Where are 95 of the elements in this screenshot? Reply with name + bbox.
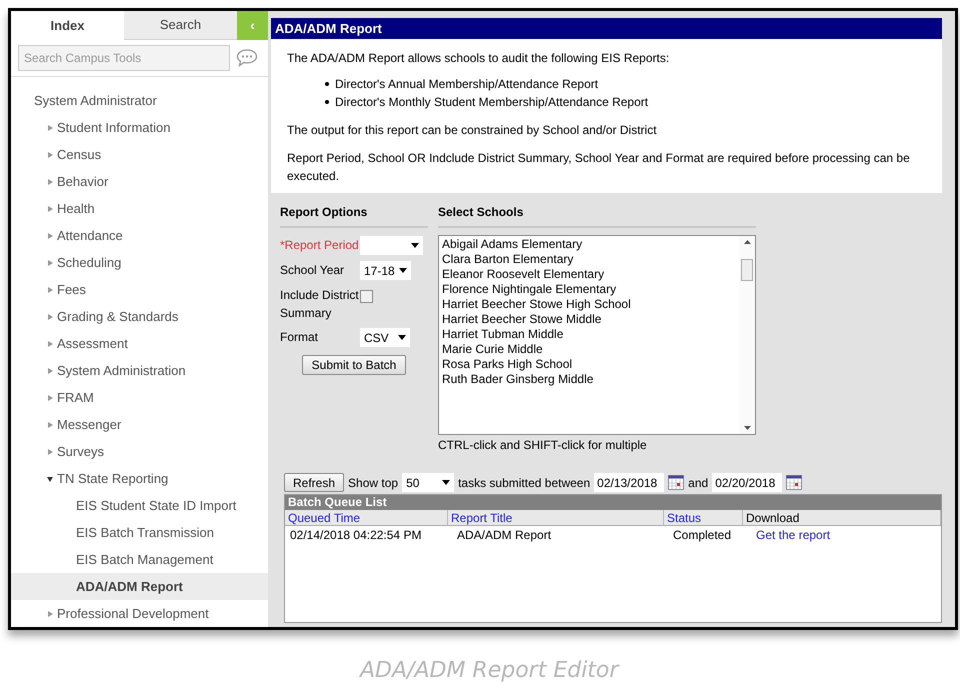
- school-option[interactable]: Harriet Beecher Stowe High School: [442, 297, 739, 312]
- column-header[interactable]: Status: [664, 510, 743, 525]
- table-cell-text: Completed: [672, 526, 732, 544]
- caret-right-icon: [47, 340, 53, 346]
- caption: ADA/ADM Report Editor: [360, 657, 620, 685]
- nav-item[interactable]: Health: [11, 195, 268, 222]
- field-label: Include District Summary: [280, 287, 360, 322]
- column-header[interactable]: Report Title: [448, 510, 664, 525]
- show-top-label: Show top: [348, 474, 398, 492]
- section-heading: Select Schools: [438, 203, 756, 228]
- caret-right-icon: [47, 206, 53, 212]
- nav-item[interactable]: EIS Student State ID Import: [11, 492, 268, 519]
- bullet-text: Director's Annual Membership/Attendance Report: [335, 76, 598, 93]
- bullet-icon: [325, 100, 329, 104]
- caret-right-icon: [47, 260, 53, 266]
- search-field[interactable]: Search Campus Tools: [18, 45, 230, 71]
- between-label: tasks submitted between: [458, 474, 590, 492]
- submit-button[interactable]: Submit to Batch: [302, 355, 406, 375]
- nav-item[interactable]: Behavior: [11, 168, 268, 195]
- dropdown-arrow-icon: [398, 268, 407, 273]
- calendar-icon[interactable]: [786, 475, 802, 490]
- school-option[interactable]: Harriet Tubman Middle: [442, 327, 739, 342]
- caret-right-icon: [47, 368, 53, 374]
- and-label: and: [688, 474, 708, 492]
- dropdown-arrow-icon: [442, 480, 450, 485]
- school-option[interactable]: Abigail Adams Elementary: [442, 237, 739, 252]
- section-heading: Report Options: [280, 203, 428, 228]
- scroll-up-icon[interactable]: [744, 240, 750, 244]
- nav-item[interactable]: TN State Reporting: [11, 465, 268, 492]
- nav-item[interactable]: Surveys: [11, 438, 268, 465]
- end-date-field[interactable]: 02/20/2018: [712, 473, 782, 492]
- column-header[interactable]: Queued Time: [285, 510, 448, 525]
- scroll-down-icon[interactable]: [744, 426, 750, 430]
- caret-right-icon: [47, 610, 53, 616]
- tab[interactable]: Search: [124, 11, 237, 40]
- caret-right-icon: [47, 232, 53, 238]
- queue-title-bar: Batch Queue List: [285, 495, 941, 510]
- nav-item[interactable]: Census: [11, 141, 268, 168]
- nav-item[interactable]: EIS Batch Transmission: [11, 519, 268, 546]
- caret-right-icon: [47, 178, 53, 184]
- download-link[interactable]: Get the report: [756, 528, 830, 542]
- caret-down-icon: [47, 476, 53, 482]
- description-text: Report Period, School OR Indclude District Summary, School Year and Format are required before processing can be executed.: [287, 150, 911, 185]
- table-cell-text: 02/14/2018 04:22:54 PM: [289, 526, 422, 544]
- calendar-icon[interactable]: [668, 475, 684, 490]
- school-option[interactable]: Rosa Parks High School: [442, 357, 739, 372]
- nav-item[interactable]: Professional Development: [11, 600, 268, 627]
- scrollbar-thumb[interactable]: [741, 259, 753, 281]
- caret-right-icon: [47, 394, 53, 400]
- nav-item[interactable]: ADA/ADM Report: [11, 573, 268, 600]
- field-label: School Year: [280, 262, 346, 279]
- dropdown-arrow-icon: [398, 335, 406, 340]
- nav-heading: System Administrator: [33, 92, 158, 110]
- school-option[interactable]: Ruth Bader Ginsberg Middle: [442, 372, 739, 387]
- dropdown[interactable]: CSV: [360, 328, 410, 347]
- field-label: Format: [280, 329, 320, 346]
- column-header: Download: [743, 510, 941, 525]
- nav-item[interactable]: FRAM: [11, 384, 268, 411]
- caret-right-icon: [47, 422, 53, 428]
- count-dropdown[interactable]: 50: [402, 473, 454, 492]
- school-option[interactable]: Marie Curie Middle: [442, 342, 739, 357]
- field-label: *Report Period: [280, 237, 360, 254]
- nav-item[interactable]: Assessment: [11, 330, 268, 357]
- hint-text: CTRL-click and SHIFT-click for multiple: [438, 437, 648, 454]
- scrollbar[interactable]: [739, 236, 755, 434]
- dropdown[interactable]: 17-18: [360, 261, 411, 280]
- nav-item[interactable]: Grading & Standards: [11, 303, 268, 330]
- nav-item[interactable]: Fees: [11, 276, 268, 303]
- school-option[interactable]: Harriet Beecher Stowe Middle: [442, 312, 739, 327]
- description-text: The output for this report can be constrained by School and/or District: [287, 122, 658, 139]
- bullet-text: Director's Monthly Student Membership/Attendance Report: [335, 94, 648, 111]
- start-date-field[interactable]: 02/13/2018: [594, 473, 664, 492]
- bullet-icon: [325, 82, 329, 86]
- nav-item[interactable]: Student Information: [11, 114, 268, 141]
- chat-bubble-icon[interactable]: [236, 49, 258, 67]
- table-cell-text: ADA/ADM Report: [456, 526, 552, 544]
- nav-item[interactable]: Attendance: [11, 222, 268, 249]
- school-option[interactable]: Eleanor Roosevelt Elementary: [442, 267, 739, 282]
- nav-item[interactable]: EIS Batch Management: [11, 546, 268, 573]
- caret-right-icon: [47, 152, 53, 158]
- nav-item[interactable]: System Administration: [11, 357, 268, 384]
- caret-right-icon: [47, 124, 53, 130]
- caret-right-icon: [47, 448, 53, 454]
- refresh-button[interactable]: Refresh: [284, 473, 344, 492]
- intro-text: The ADA/ADM Report allows schools to audit the following EIS Reports:: [287, 50, 670, 67]
- nav-item[interactable]: Scheduling: [11, 249, 268, 276]
- checkbox[interactable]: [360, 290, 373, 303]
- school-option[interactable]: Clara Barton Elementary: [442, 252, 739, 267]
- school-list[interactable]: [438, 235, 756, 435]
- dropdown-arrow-icon: [411, 243, 419, 248]
- report-title-bar: ADA/ADM Report: [271, 18, 942, 39]
- caret-right-icon: [47, 286, 53, 292]
- nav-item[interactable]: Messenger: [11, 411, 268, 438]
- school-option[interactable]: Florence Nightingale Elementary: [442, 282, 739, 297]
- caret-right-icon: [47, 314, 53, 320]
